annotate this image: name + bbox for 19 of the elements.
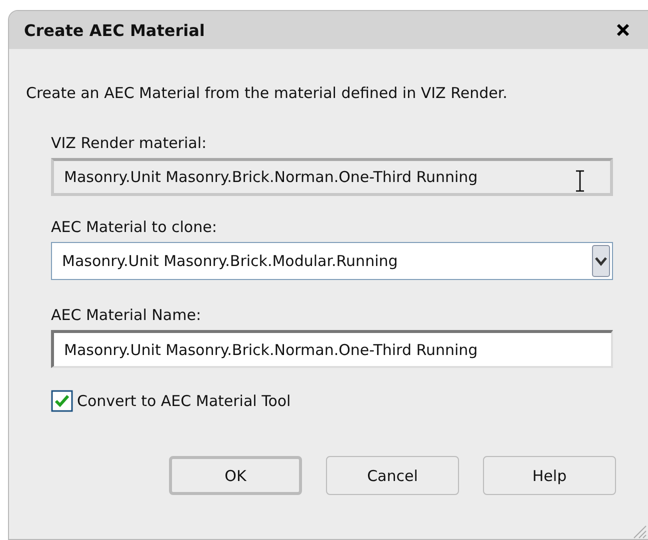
- field-value: Masonry.Unit Masonry.Brick.Norman.One-Third Running: [64, 168, 478, 186]
- checkbox[interactable]: [51, 390, 73, 412]
- description-text: Create an AEC Material from the material defined in VIZ Render.: [26, 84, 508, 102]
- close-icon: [615, 22, 631, 38]
- dialog-button[interactable]: OK: [169, 456, 302, 495]
- close-button[interactable]: [615, 22, 631, 38]
- dropdown-value: Masonry.Unit Masonry.Brick.Modular.Running: [62, 252, 398, 270]
- name-input-field[interactable]: Masonry.Unit Masonry.Brick.Norman.One-Third Running: [51, 330, 613, 368]
- resize-grip-icon[interactable]: [631, 523, 647, 539]
- field-label: AEC Material Name:: [51, 306, 202, 324]
- material-dropdown[interactable]: Masonry.Unit Masonry.Brick.Modular.Running: [51, 242, 613, 280]
- checkbox-label: Convert to AEC Material Tool: [77, 392, 291, 410]
- field-label: AEC Material to clone:: [51, 218, 218, 236]
- text-cursor-icon: [575, 170, 585, 192]
- dialog-button[interactable]: Help: [483, 456, 616, 495]
- dialog-button[interactable]: Cancel: [326, 456, 459, 495]
- field-label: VIZ Render material:: [51, 134, 208, 152]
- field-value: Masonry.Unit Masonry.Brick.Norman.One-Third Running: [64, 340, 478, 358]
- window-title: Create AEC Material: [24, 20, 205, 40]
